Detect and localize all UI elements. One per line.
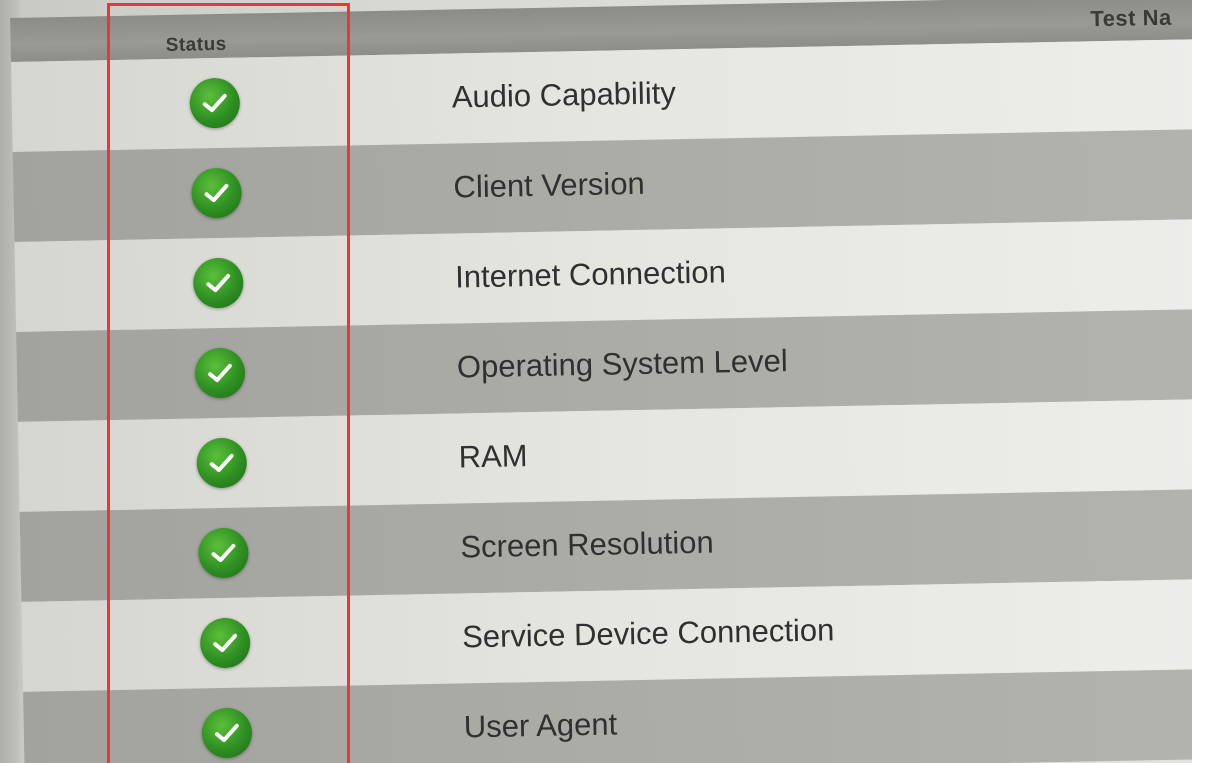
test-name: RAM bbox=[458, 438, 528, 475]
monitor-screen: Status Test Na Audio Capability Client V… bbox=[0, 0, 1192, 763]
test-name: Audio Capability bbox=[451, 75, 677, 115]
test-name: Client Version bbox=[453, 165, 646, 205]
test-name: User Agent bbox=[463, 706, 618, 745]
test-name: Internet Connection bbox=[454, 254, 727, 295]
column-header-test-name[interactable]: Test Na bbox=[1090, 5, 1172, 33]
test-name: Screen Resolution bbox=[460, 524, 715, 565]
status-column-highlight bbox=[107, 3, 350, 763]
photo-margin bbox=[1192, 0, 1207, 763]
test-name: Operating System Level bbox=[456, 343, 789, 385]
test-name: Service Device Connection bbox=[461, 612, 835, 655]
